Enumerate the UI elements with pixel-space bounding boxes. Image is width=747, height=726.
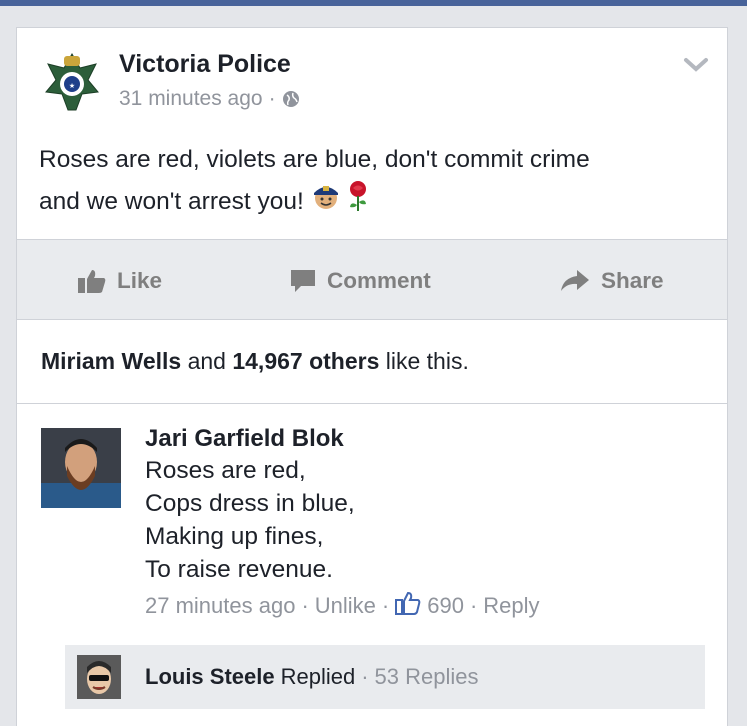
like-button[interactable]: Like [77,240,162,321]
post-text-line: and we won't arrest you! [39,187,304,215]
comment-actions: 27 minutes ago · Unlike · 690 · Reply [145,591,540,621]
post-card: ★ Victoria Police 31 minutes ago · Roses… [16,27,728,726]
comment-like-count[interactable]: 690 [427,593,464,619]
share-arrow-icon [561,269,589,291]
comment-line: Roses are red, [145,457,306,484]
likes-count[interactable]: 14,967 others [232,348,379,374]
post-text-line-2: and we won't arrest you! [39,180,709,225]
globe-icon [282,90,300,108]
separator: · [301,593,309,618]
reply-count[interactable]: 53 Replies [375,664,479,690]
separator: · [469,593,478,618]
likes-summary: Miriam Wells and 14,967 others like this… [41,348,469,375]
comment-line: Cops dress in blue, [145,490,355,517]
reply-author[interactable]: Louis Steele [145,664,275,690]
unlike-button[interactable]: Unlike [315,593,376,619]
post-timestamp[interactable]: 31 minutes ago [119,87,263,111]
comment-timestamp[interactable]: 27 minutes ago [145,593,295,619]
chevron-down-icon[interactable] [683,56,709,74]
meta-separator: · [268,87,276,110]
comment-button[interactable]: Comment [289,240,431,321]
divider [17,403,727,404]
thumbs-up-icon [395,591,421,621]
likes-and: and [187,348,226,374]
share-button[interactable]: Share [559,240,664,321]
post-header: ★ Victoria Police 31 minutes ago · [17,28,727,118]
separator: · [361,664,369,689]
comment-line: Making up fines, [145,523,324,550]
action-bar: Like Comment Share [17,239,727,321]
comment-label: Comment [327,267,431,293]
comment-author[interactable]: Jari Garfield Blok [145,425,344,453]
likes-suffix: like this. [385,348,469,374]
reply-verb: Replied [280,664,356,689]
reply-button[interactable]: Reply [483,593,539,619]
reply-summary-text: Louis Steele Replied · 53 Replies [145,664,478,690]
avatar[interactable] [77,655,121,699]
liker-name[interactable]: Miriam Wells [41,348,181,374]
reply-summary[interactable]: Louis Steele Replied · 53 Replies [65,645,705,709]
like-label: Like [117,267,163,293]
rose-emoji [347,180,369,225]
post-text: Roses are red, violets are blue, don't c… [39,140,709,225]
avatar[interactable] [41,428,121,508]
top-bar [0,0,747,6]
post-text-line: Roses are red, violets are blue, don't c… [39,146,590,173]
share-label: Share [601,267,664,293]
page-name[interactable]: Victoria Police [119,50,291,79]
separator: · [381,593,390,618]
svg-text:★: ★ [69,82,75,90]
post-meta: 31 minutes ago · [119,87,300,111]
police-officer-emoji [311,181,341,224]
comment-line: To raise revenue. [145,556,333,583]
thumbs-up-icon [78,269,106,293]
victoria-police-logo[interactable]: ★ [42,50,102,114]
comment-icon [291,269,315,292]
